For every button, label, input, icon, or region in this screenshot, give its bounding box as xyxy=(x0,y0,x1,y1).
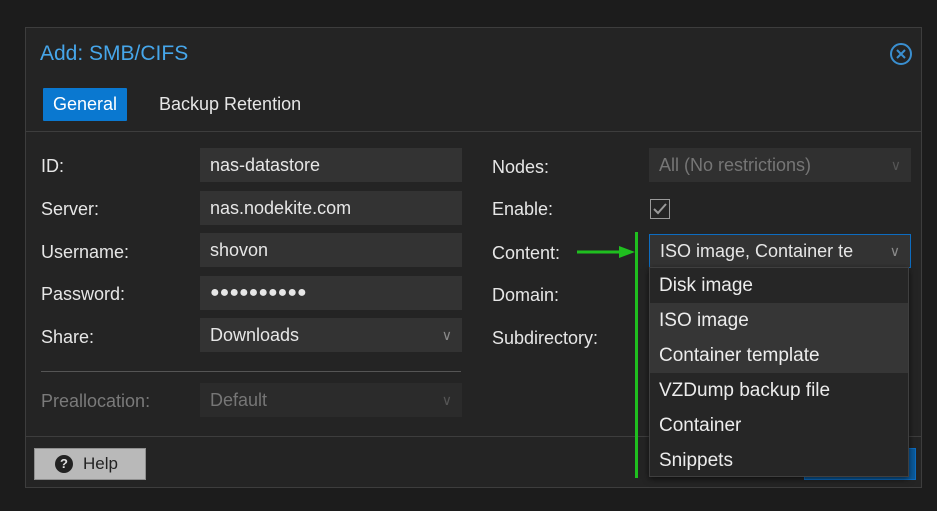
password-label: Password: xyxy=(41,284,126,304)
option-container-template[interactable]: Container template xyxy=(650,338,908,373)
chevron-down-icon: ∨ xyxy=(889,235,900,267)
content-value: ISO image, Container te xyxy=(660,241,854,261)
annotation-arrow-icon xyxy=(575,244,637,265)
share-value: Downloads xyxy=(210,325,300,345)
preallocation-select[interactable]: Default ∨ xyxy=(200,383,462,417)
id-label: ID: xyxy=(41,156,65,176)
username-label: Username: xyxy=(41,242,130,262)
help-button[interactable]: ? Help xyxy=(34,448,146,480)
preallocation-value: Default xyxy=(210,390,268,410)
option-disk-image[interactable]: Disk image xyxy=(650,268,908,303)
dialog-title: Add: SMB/CIFS xyxy=(40,42,189,65)
server-input[interactable]: nas.nodekite.com xyxy=(200,191,462,225)
content-dropdown-list: Disk image ISO image Container template … xyxy=(649,267,909,477)
annotation-line xyxy=(635,232,638,478)
tab-backup-retention[interactable]: Backup Retention xyxy=(149,88,311,121)
content-label: Content: xyxy=(492,243,561,263)
option-container[interactable]: Container xyxy=(650,408,908,443)
enable-checkbox[interactable] xyxy=(650,199,670,219)
id-input[interactable]: nas-datastore xyxy=(200,148,462,182)
nodes-label: Nodes: xyxy=(492,157,550,177)
help-button-label: Help xyxy=(83,454,118,473)
chevron-down-icon: ∨ xyxy=(890,157,901,173)
divider xyxy=(41,371,461,372)
option-vzdump-backup-file[interactable]: VZDump backup file xyxy=(650,373,908,408)
question-circle-icon: ? xyxy=(55,455,73,473)
tab-general[interactable]: General xyxy=(43,88,128,121)
chevron-down-icon: ∨ xyxy=(441,327,452,343)
username-input[interactable]: shovon xyxy=(200,233,462,267)
server-label: Server: xyxy=(41,199,100,219)
nodes-value: All (No restrictions) xyxy=(659,155,812,175)
tab-bar: General Backup Retention xyxy=(26,88,921,132)
nodes-select[interactable]: All (No restrictions) ∨ xyxy=(649,148,911,182)
domain-label: Domain: xyxy=(492,285,560,305)
share-select[interactable]: Downloads ∨ xyxy=(200,318,462,352)
close-icon[interactable] xyxy=(889,42,913,66)
preallocation-label: Preallocation: xyxy=(41,391,151,411)
password-input[interactable]: ●●●●●●●●●● xyxy=(200,276,462,310)
option-iso-image[interactable]: ISO image xyxy=(650,303,908,338)
option-snippets[interactable]: Snippets xyxy=(650,443,908,478)
enable-label: Enable: xyxy=(492,199,554,219)
share-label: Share: xyxy=(41,327,95,347)
content-select[interactable]: ISO image, Container te ∨ xyxy=(649,234,911,268)
subdirectory-label: Subdirectory: xyxy=(492,328,599,348)
chevron-down-icon: ∨ xyxy=(441,392,452,408)
